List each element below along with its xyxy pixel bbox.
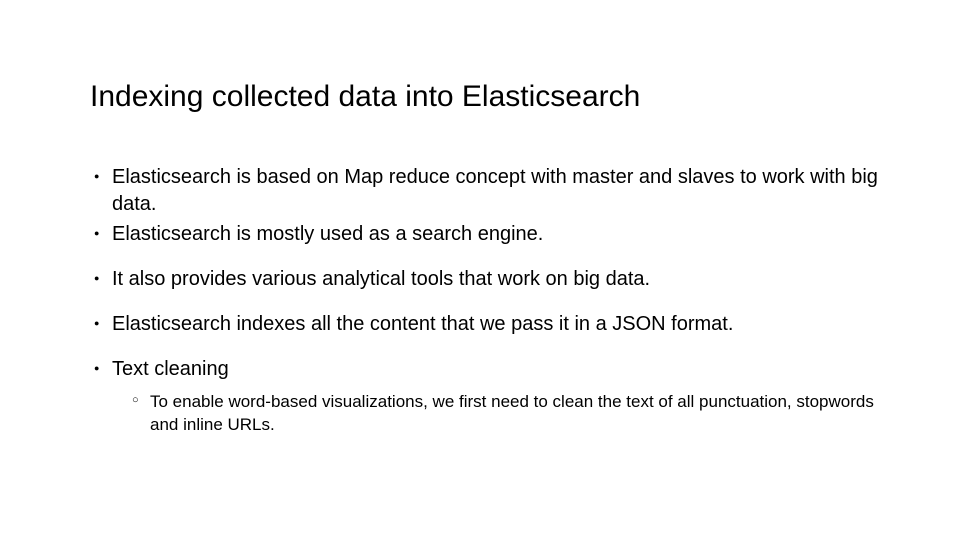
list-item: It also provides various analytical tool… bbox=[90, 266, 890, 293]
slide-title: Indexing collected data into Elasticsear… bbox=[90, 80, 890, 114]
list-item-text: Text cleaning bbox=[112, 358, 229, 380]
list-item: Elasticsearch is mostly used as a search… bbox=[90, 221, 890, 248]
sub-list-item: To enable word-based visualizations, we … bbox=[130, 391, 890, 437]
list-item: Elasticsearch is based on Map reduce con… bbox=[90, 164, 890, 218]
list-item: Elasticsearch indexes all the content th… bbox=[90, 311, 890, 338]
bullet-list: Elasticsearch is based on Map reduce con… bbox=[90, 164, 890, 437]
list-item: Text cleaning To enable word-based visua… bbox=[90, 356, 890, 437]
sub-list: To enable word-based visualizations, we … bbox=[130, 391, 890, 437]
